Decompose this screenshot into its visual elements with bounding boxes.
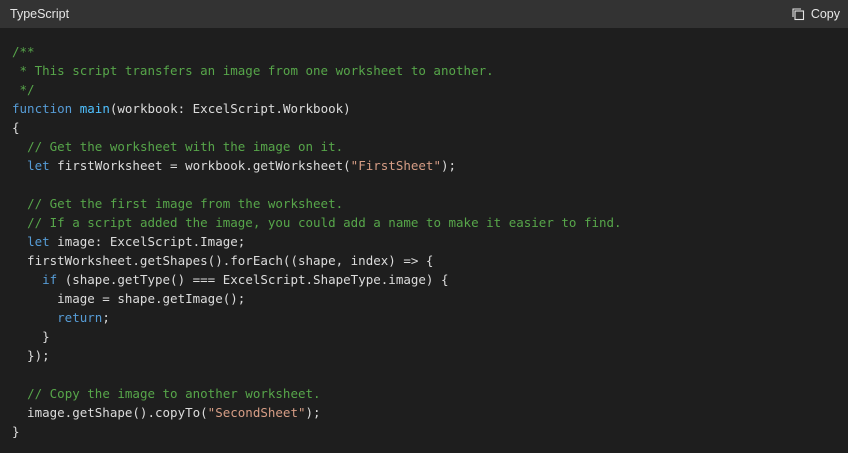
code-function-name: main xyxy=(79,101,110,116)
code-line: let image: ExcelScript.Image; xyxy=(12,232,848,251)
code-text: firstWorksheet.getShapes().forEach((shap… xyxy=(12,253,434,268)
code-text: (shape.getType() === ExcelScript.ShapeTy… xyxy=(57,272,449,287)
code-text: image.getShape().copyTo( xyxy=(12,405,208,420)
code-text: (workbook: ExcelScript.Workbook) xyxy=(109,101,351,116)
code-line: // Get the first image from the workshee… xyxy=(12,194,848,213)
code-line: return; xyxy=(12,308,848,327)
code-keyword: let xyxy=(27,234,50,249)
code-string: "SecondSheet" xyxy=(207,405,306,420)
code-block: TypeScript Copy /** * This script transf… xyxy=(0,0,848,453)
code-text: image: ExcelScript.Image; xyxy=(49,234,246,249)
code-area[interactable]: /** * This script transfers an image fro… xyxy=(0,28,848,441)
code-comment: /** xyxy=(12,44,35,59)
code-text: } xyxy=(12,424,20,439)
code-line: } xyxy=(12,327,848,346)
code-line: if (shape.getType() === ExcelScript.Shap… xyxy=(12,270,848,289)
code-text: ; xyxy=(102,310,110,325)
copy-button[interactable]: Copy xyxy=(791,7,840,21)
code-line: * This script transfers an image from on… xyxy=(12,61,848,80)
code-keyword: return xyxy=(57,310,103,325)
code-comment: // Copy the image to another worksheet. xyxy=(27,386,321,401)
copy-label: Copy xyxy=(810,7,840,21)
code-keyword: function xyxy=(12,101,73,116)
code-block-header: TypeScript Copy xyxy=(0,0,848,28)
code-line: */ xyxy=(12,80,848,99)
code-text: ); xyxy=(305,405,321,420)
code-line: }); xyxy=(12,346,848,365)
code-comment: // If a script added the image, you coul… xyxy=(27,215,622,230)
code-comment: */ xyxy=(12,82,35,97)
code-line: image = shape.getImage(); xyxy=(12,289,848,308)
code-text: image = shape.getImage(); xyxy=(12,291,246,306)
code-line: firstWorksheet.getShapes().forEach((shap… xyxy=(12,251,848,270)
code-text: } xyxy=(12,329,50,344)
code-line: // If a script added the image, you coul… xyxy=(12,213,848,232)
code-line: image.getShape().copyTo("SecondSheet"); xyxy=(12,403,848,422)
code-line: // Copy the image to another worksheet. xyxy=(12,384,848,403)
code-text: firstWorksheet = workbook.getWorksheet( xyxy=(49,158,351,173)
code-line: } xyxy=(12,422,848,441)
code-comment: * This script transfers an image from on… xyxy=(12,63,494,78)
language-label: TypeScript xyxy=(10,7,70,21)
code-line: { xyxy=(12,118,848,137)
code-text: ); xyxy=(440,158,457,173)
copy-icon xyxy=(791,7,805,21)
code-comment: // Get the worksheet with the image on i… xyxy=(27,139,344,154)
code-line: // Get the worksheet with the image on i… xyxy=(12,137,848,156)
code-line: /** xyxy=(12,42,848,61)
code-keyword: if xyxy=(42,272,58,287)
code-text: { xyxy=(12,120,20,135)
code-keyword: let xyxy=(27,158,50,173)
code-line: let firstWorksheet = workbook.getWorkshe… xyxy=(12,156,848,175)
code-text: }); xyxy=(12,348,50,363)
code-line: function main(workbook: ExcelScript.Work… xyxy=(12,99,848,118)
code-comment: // Get the first image from the workshee… xyxy=(27,196,344,211)
code-string: "FirstSheet" xyxy=(350,158,441,173)
